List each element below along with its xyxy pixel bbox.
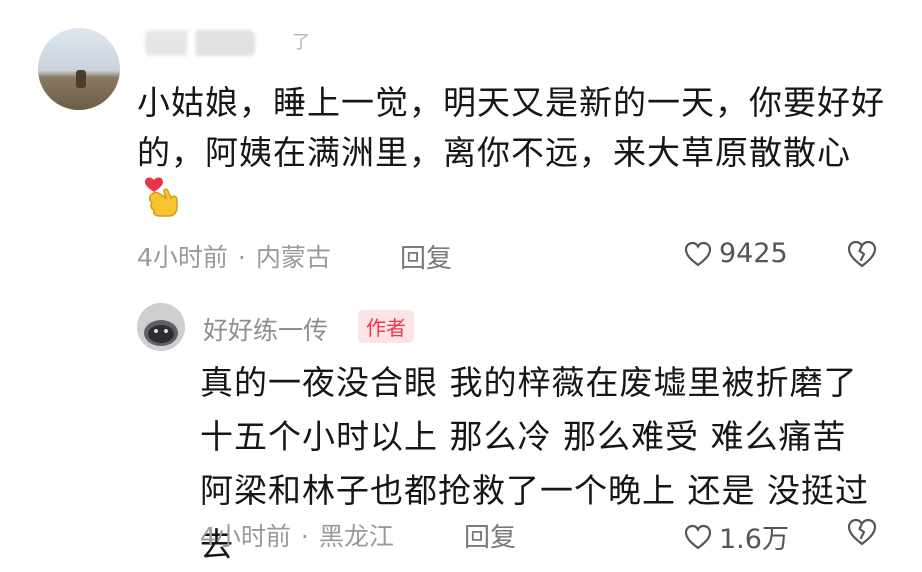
reply-location: 黑龙江 bbox=[318, 522, 394, 551]
username-blurred[interactable] bbox=[145, 30, 255, 56]
reply-avatar[interactable] bbox=[137, 303, 185, 351]
comment-meta: 4小时前 · 内蒙古 bbox=[137, 238, 331, 274]
meta-separator: · bbox=[300, 522, 309, 551]
heart-finger-emoji bbox=[145, 177, 178, 217]
seal-avatar-icon bbox=[137, 303, 185, 351]
username-fragment: 了 bbox=[292, 32, 310, 53]
reply-button[interactable]: 回复 bbox=[400, 238, 452, 275]
like-button[interactable]: 1.6万 bbox=[683, 517, 789, 556]
comment-location: 内蒙古 bbox=[255, 243, 331, 272]
reply-meta: 4小时前 · 黑龙江 bbox=[200, 517, 394, 553]
comment-text: 小姑娘，睡上一觉，明天又是新的一天，你要好好的，阿姨在满洲里，离你不远，来大草原… bbox=[137, 83, 885, 172]
reply-username[interactable]: 好好练一传 bbox=[203, 311, 328, 347]
reply-button[interactable]: 回复 bbox=[464, 517, 516, 554]
meta-separator: · bbox=[237, 243, 246, 272]
author-badge: 作者 bbox=[358, 310, 414, 343]
comment-time: 4小时前 bbox=[137, 243, 228, 272]
broken-heart-icon[interactable] bbox=[846, 517, 878, 547]
reply-time: 4小时前 bbox=[200, 522, 291, 551]
broken-heart-icon[interactable] bbox=[846, 239, 878, 269]
like-button[interactable]: 9425 bbox=[683, 238, 788, 269]
like-count: 1.6万 bbox=[719, 524, 789, 555]
like-count: 9425 bbox=[719, 238, 788, 269]
heart-outline-icon bbox=[684, 524, 712, 549]
avatar-figure bbox=[76, 70, 86, 88]
avatar[interactable] bbox=[38, 28, 120, 110]
heart-outline-icon bbox=[684, 241, 712, 266]
